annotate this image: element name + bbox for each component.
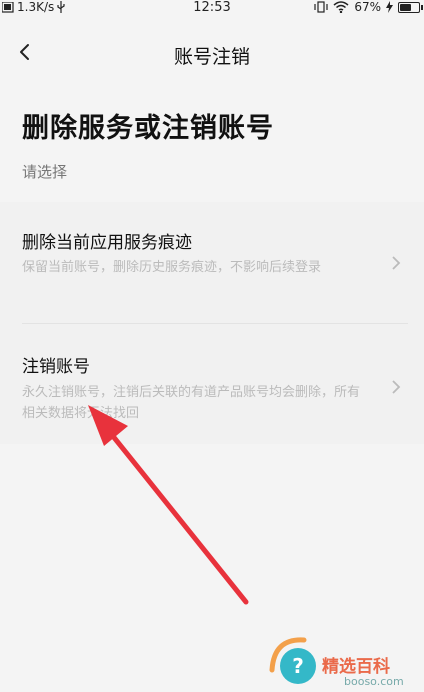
status-bar: 1.3K/s 12:53 67%: [0, 0, 424, 16]
battery-icon: [398, 1, 423, 13]
option-title: 注销账号: [22, 357, 90, 377]
battery-percent: 67%: [354, 0, 381, 14]
charging-icon: [386, 1, 393, 13]
wifi-icon: [333, 1, 349, 13]
nav-title: 账号注销: [173, 46, 250, 68]
option-description: 永久注销账号，注销后关联的有道产品账号均会删除，所有相关数据将无法找回: [22, 385, 361, 421]
chevron-right-icon: [392, 380, 401, 394]
nav-bar: 账号注销: [0, 30, 424, 76]
status-right: 67%: [314, 0, 423, 14]
question-circle-icon: ?: [269, 637, 316, 684]
watermark-text: 精选百科: [322, 657, 390, 677]
vibrate-icon: [314, 1, 328, 13]
option-delete-traces[interactable]: 删除当前应用服务痕迹 保留当前账号，删除历史服务痕迹，不影响后续登录: [0, 202, 424, 323]
option-deactivate-account[interactable]: 注销账号 永久注销账号，注销后关联的有道产品账号均会删除，所有相关数据将无法找回: [0, 324, 424, 444]
page-subtitle: 请选择: [22, 163, 68, 181]
watermark-domain: booso.com: [344, 675, 404, 688]
watermark: ? 精选百科 booso.com: [264, 630, 424, 690]
battery-fill: [400, 3, 411, 11]
option-list: 删除当前应用服务痕迹 保留当前账号，删除历史服务痕迹，不影响后续登录 注销账号 …: [0, 202, 424, 444]
option-description: 保留当前账号，删除历史服务痕迹，不影响后续登录: [22, 260, 322, 275]
svg-text:?: ?: [292, 654, 304, 678]
chevron-right-icon: [392, 256, 401, 270]
option-title: 删除当前应用服务痕迹: [22, 233, 192, 253]
page-title: 删除服务或注销账号: [22, 113, 274, 144]
